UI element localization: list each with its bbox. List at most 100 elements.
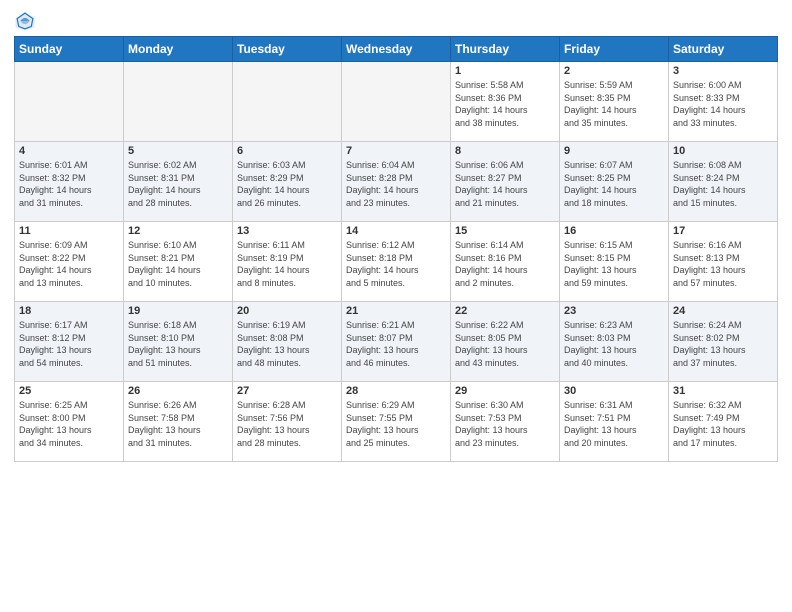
day-number: 27 [237, 385, 337, 397]
calendar-cell: 23 Sunrise: 6:23 AM Sunset: 8:03 PM Dayli… [560, 302, 669, 382]
calendar-cell: 12 Sunrise: 6:10 AM Sunset: 8:21 PM Dayli… [124, 222, 233, 302]
day-number: 11 [19, 225, 119, 237]
day-info: Sunrise: 6:10 AM Sunset: 8:21 PM Dayligh… [128, 239, 228, 289]
day-info: Sunrise: 6:04 AM Sunset: 8:28 PM Dayligh… [346, 159, 446, 209]
calendar-cell: 13 Sunrise: 6:11 AM Sunset: 8:19 PM Dayli… [233, 222, 342, 302]
day-number: 28 [346, 385, 446, 397]
calendar-table: SundayMondayTuesdayWednesdayThursdayFrid… [14, 36, 778, 462]
calendar-week-row: 4 Sunrise: 6:01 AM Sunset: 8:32 PM Daylig… [15, 142, 778, 222]
day-number: 14 [346, 225, 446, 237]
day-number: 2 [564, 65, 664, 77]
calendar-cell: 6Sunrise: 6:03 AM Sunset: 8:29 PM Daylig… [233, 142, 342, 222]
day-number: 13 [237, 225, 337, 237]
day-number: 24 [673, 305, 773, 317]
day-info: Sunrise: 6:09 AM Sunset: 8:22 PM Dayligh… [19, 239, 119, 289]
day-number: 22 [455, 305, 555, 317]
day-number: 16 [564, 225, 664, 237]
day-info: Sunrise: 6:31 AM Sunset: 7:51 PM Dayligh… [564, 399, 664, 449]
weekday-tuesday: Tuesday [233, 37, 342, 62]
day-info: Sunrise: 6:15 AM Sunset: 8:15 PM Dayligh… [564, 239, 664, 289]
day-info: Sunrise: 6:30 AM Sunset: 7:53 PM Dayligh… [455, 399, 555, 449]
day-number: 25 [19, 385, 119, 397]
calendar-cell: 3Sunrise: 6:00 AM Sunset: 8:33 PM Daylig… [669, 62, 778, 142]
day-number: 7 [346, 145, 446, 157]
calendar-cell: 26Sunrise: 6:26 AM Sunset: 7:58 PM Dayli… [124, 382, 233, 462]
weekday-friday: Friday [560, 37, 669, 62]
day-info: Sunrise: 6:24 AM Sunset: 8:02 PM Dayligh… [673, 319, 773, 369]
day-number: 12 [128, 225, 228, 237]
day-info: Sunrise: 5:58 AM Sunset: 8:36 PM Dayligh… [455, 79, 555, 129]
day-info: Sunrise: 6:28 AM Sunset: 7:56 PM Dayligh… [237, 399, 337, 449]
day-number: 21 [346, 305, 446, 317]
calendar-week-row: 25 Sunrise: 6:25 AM Sunset: 8:00 PM Dayli… [15, 382, 778, 462]
day-info: Sunrise: 6:14 AM Sunset: 8:16 PM Dayligh… [455, 239, 555, 289]
day-info: Sunrise: 6:19 AM Sunset: 8:08 PM Dayligh… [237, 319, 337, 369]
day-number: 15 [455, 225, 555, 237]
day-info: Sunrise: 6:23 AM Sunset: 8:03 PM Dayligh… [564, 319, 664, 369]
page: SundayMondayTuesdayWednesdayThursdayFrid… [0, 0, 792, 470]
day-number: 1 [455, 65, 555, 77]
day-number: 5 [128, 145, 228, 157]
day-info: Sunrise: 6:29 AM Sunset: 7:55 PM Dayligh… [346, 399, 446, 449]
calendar-cell [15, 62, 124, 142]
calendar-cell: 25 Sunrise: 6:25 AM Sunset: 8:00 PM Dayli… [15, 382, 124, 462]
calendar-cell: 1 Sunrise: 5:58 AM Sunset: 8:36 PM Daylig… [451, 62, 560, 142]
day-info: Sunrise: 6:32 AM Sunset: 7:49 PM Dayligh… [673, 399, 773, 449]
calendar-cell: 4 Sunrise: 6:01 AM Sunset: 8:32 PM Daylig… [15, 142, 124, 222]
calendar-cell: 14 Sunrise: 6:12 AM Sunset: 8:18 PM Dayli… [342, 222, 451, 302]
weekday-monday: Monday [124, 37, 233, 62]
day-info: Sunrise: 6:01 AM Sunset: 8:32 PM Dayligh… [19, 159, 119, 209]
calendar-cell: 29 Sunrise: 6:30 AM Sunset: 7:53 PM Dayli… [451, 382, 560, 462]
calendar-cell: 31 Sunrise: 6:32 AM Sunset: 7:49 PM Dayli… [669, 382, 778, 462]
weekday-wednesday: Wednesday [342, 37, 451, 62]
day-info: Sunrise: 5:59 AM Sunset: 8:35 PM Dayligh… [564, 79, 664, 129]
calendar-cell: 5Sunrise: 6:02 AM Sunset: 8:31 PM Daylig… [124, 142, 233, 222]
weekday-saturday: Saturday [669, 37, 778, 62]
calendar-cell: 30 Sunrise: 6:31 AM Sunset: 7:51 PM Dayli… [560, 382, 669, 462]
calendar-cell: 27 Sunrise: 6:28 AM Sunset: 7:56 PM Dayli… [233, 382, 342, 462]
day-number: 9 [564, 145, 664, 157]
calendar-cell: 9 Sunrise: 6:07 AM Sunset: 8:25 PM Daylig… [560, 142, 669, 222]
day-info: Sunrise: 6:16 AM Sunset: 8:13 PM Dayligh… [673, 239, 773, 289]
day-number: 4 [19, 145, 119, 157]
day-info: Sunrise: 6:07 AM Sunset: 8:25 PM Dayligh… [564, 159, 664, 209]
calendar-cell: 21Sunrise: 6:21 AM Sunset: 8:07 PM Dayli… [342, 302, 451, 382]
calendar-cell [124, 62, 233, 142]
day-info: Sunrise: 6:17 AM Sunset: 8:12 PM Dayligh… [19, 319, 119, 369]
calendar-cell: 2 Sunrise: 5:59 AM Sunset: 8:35 PM Daylig… [560, 62, 669, 142]
day-number: 30 [564, 385, 664, 397]
calendar-cell: 19 Sunrise: 6:18 AM Sunset: 8:10 PM Dayli… [124, 302, 233, 382]
weekday-thursday: Thursday [451, 37, 560, 62]
day-info: Sunrise: 6:06 AM Sunset: 8:27 PM Dayligh… [455, 159, 555, 209]
day-info: Sunrise: 6:22 AM Sunset: 8:05 PM Dayligh… [455, 319, 555, 369]
day-info: Sunrise: 6:12 AM Sunset: 8:18 PM Dayligh… [346, 239, 446, 289]
calendar-cell: 17 Sunrise: 6:16 AM Sunset: 8:13 PM Dayli… [669, 222, 778, 302]
day-number: 20 [237, 305, 337, 317]
calendar-cell [233, 62, 342, 142]
day-number: 18 [19, 305, 119, 317]
calendar-week-row: 18 Sunrise: 6:17 AM Sunset: 8:12 PM Dayli… [15, 302, 778, 382]
day-number: 10 [673, 145, 773, 157]
day-number: 31 [673, 385, 773, 397]
calendar-cell: 24 Sunrise: 6:24 AM Sunset: 8:02 PM Dayli… [669, 302, 778, 382]
header [14, 10, 778, 32]
day-info: Sunrise: 6:18 AM Sunset: 8:10 PM Dayligh… [128, 319, 228, 369]
day-number: 29 [455, 385, 555, 397]
day-info: Sunrise: 6:08 AM Sunset: 8:24 PM Dayligh… [673, 159, 773, 209]
day-info: Sunrise: 6:26 AM Sunset: 7:58 PM Dayligh… [128, 399, 228, 449]
day-number: 23 [564, 305, 664, 317]
calendar-cell: 20 Sunrise: 6:19 AM Sunset: 8:08 PM Dayli… [233, 302, 342, 382]
calendar-week-row: 1 Sunrise: 5:58 AM Sunset: 8:36 PM Daylig… [15, 62, 778, 142]
calendar-cell: 22 Sunrise: 6:22 AM Sunset: 8:05 PM Dayli… [451, 302, 560, 382]
calendar-cell: 16 Sunrise: 6:15 AM Sunset: 8:15 PM Dayli… [560, 222, 669, 302]
weekday-sunday: Sunday [15, 37, 124, 62]
day-number: 8 [455, 145, 555, 157]
calendar-cell: 10 Sunrise: 6:08 AM Sunset: 8:24 PM Dayli… [669, 142, 778, 222]
calendar-cell: 11 Sunrise: 6:09 AM Sunset: 8:22 PM Dayli… [15, 222, 124, 302]
day-number: 19 [128, 305, 228, 317]
day-number: 6 [237, 145, 337, 157]
day-info: Sunrise: 6:00 AM Sunset: 8:33 PM Dayligh… [673, 79, 773, 129]
day-number: 17 [673, 225, 773, 237]
day-info: Sunrise: 6:25 AM Sunset: 8:00 PM Dayligh… [19, 399, 119, 449]
day-info: Sunrise: 6:11 AM Sunset: 8:19 PM Dayligh… [237, 239, 337, 289]
